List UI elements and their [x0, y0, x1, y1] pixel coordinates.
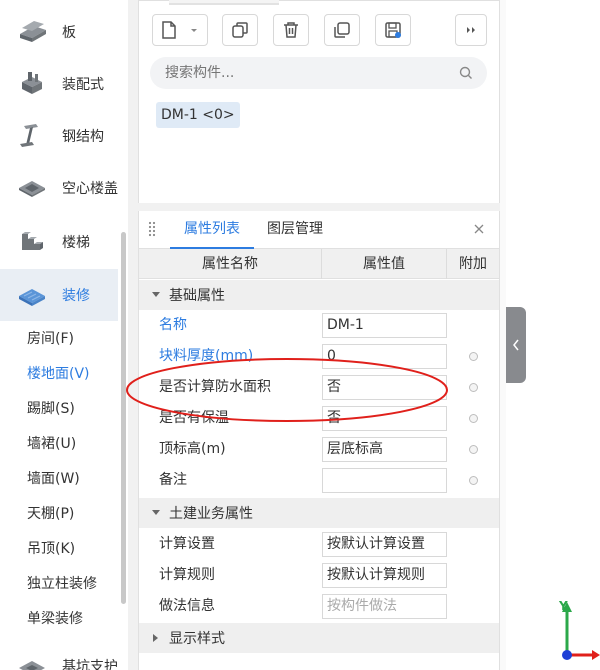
more-tools-button[interactable] [455, 14, 487, 46]
annotation-ellipse [126, 358, 448, 422]
close-icon[interactable] [472, 222, 486, 236]
property-value-field[interactable]: 按默认计算规则 [322, 563, 447, 588]
property-name: 名称 [159, 317, 187, 333]
triangle-right-icon [151, 634, 161, 642]
extra-checkbox[interactable] [469, 383, 478, 392]
sidebar-category-label: 楼梯 [62, 235, 90, 251]
sidebar-item-ceiling[interactable]: 天棚(P) [0, 497, 118, 532]
property-name: 顶标高(m) [159, 441, 226, 457]
sidebar-category-label: 空心楼盖 [62, 181, 118, 197]
property-row: 计算规则 按默认计算规则 [139, 560, 499, 591]
property-name: 备注 [159, 472, 187, 488]
column-header-name: 属性名称 [202, 256, 258, 272]
axis-y-label: Y [559, 599, 568, 613]
property-row: 名称 DM-1 [139, 310, 499, 341]
new-file-icon [162, 21, 197, 39]
property-group-civil[interactable]: 土建业务属性 [139, 498, 499, 528]
property-group-label: 显示样式 [169, 631, 225, 647]
property-name: 计算规则 [159, 567, 215, 583]
trash-icon [284, 22, 298, 38]
sidebar-item-skirting[interactable]: 踢脚(S) [0, 392, 118, 427]
tab-property-list[interactable]: 属性列表 [170, 211, 254, 249]
extra-checkbox[interactable] [469, 352, 478, 361]
sidebar-category-label: 板 [62, 25, 76, 41]
sidebar-category-foundation-pit[interactable]: 基坑支护 [0, 640, 118, 670]
extra-checkbox[interactable] [469, 414, 478, 423]
extra-checkbox[interactable] [469, 476, 478, 485]
component-search-input[interactable] [150, 57, 487, 89]
property-value-field[interactable]: DM-1 [322, 313, 447, 338]
triangle-down-icon [151, 292, 161, 298]
property-group-label: 土建业务属性 [169, 506, 253, 522]
copy-button[interactable] [222, 14, 258, 46]
sidebar-category-label: 基坑支护 [62, 659, 118, 670]
component-list-item[interactable]: DM-1 <0> [156, 102, 240, 128]
sidebar-category-stairs[interactable]: 楼梯 [0, 216, 118, 268]
sidebar-category-steel[interactable]: 钢结构 [0, 110, 118, 162]
sidebar-item-dado[interactable]: 墙裙(U) [0, 427, 118, 462]
collapse-panel-button[interactable] [506, 307, 526, 383]
sidebar-item-room[interactable]: 房间(F) [0, 322, 118, 357]
property-row: 顶标高(m) 层底标高 [139, 434, 499, 465]
sidebar-category-hollow-floor[interactable]: 空心楼盖 [0, 162, 118, 214]
search-icon[interactable] [458, 65, 474, 81]
sidebar-item-suspended-ceiling[interactable]: 吊顶(K) [0, 532, 118, 567]
foundation-pit-icon [12, 650, 52, 670]
property-row: 计算设置 按默认计算设置 [139, 529, 499, 560]
sidebar-category-prefab[interactable]: 装配式 [0, 58, 118, 110]
duplicate-icon [334, 22, 350, 38]
sidebar-item-beam-finish[interactable]: 单梁装修 [0, 602, 118, 637]
sidebar-item-wall-surface[interactable]: 墙面(W) [0, 462, 118, 497]
new-component-button[interactable] [152, 14, 208, 46]
property-value-field[interactable]: 按默认计算设置 [322, 532, 447, 557]
sidebar-category-slab[interactable]: 板 [0, 6, 118, 58]
chevron-left-icon [513, 339, 519, 351]
drag-grip-icon[interactable] [148, 221, 156, 237]
save-icon [385, 22, 401, 38]
delete-button[interactable] [273, 14, 309, 46]
double-chevron-right-icon [467, 27, 475, 33]
sidebar-category-label: 装修 [62, 288, 90, 304]
axis-gizmo [562, 602, 600, 660]
panel-divider[interactable] [138, 203, 500, 211]
property-group-basic[interactable]: 基础属性 [139, 280, 499, 310]
triangle-down-icon [151, 510, 161, 516]
property-name: 做法信息 [159, 598, 215, 614]
decoration-icon [12, 279, 52, 311]
property-row: 做法信息 按构件做法 [139, 591, 499, 622]
extra-checkbox[interactable] [469, 445, 478, 454]
prefab-icon [12, 68, 52, 100]
panel-gutter [128, 0, 138, 670]
copy-icon [232, 22, 248, 38]
panel-top-bar [139, 0, 499, 6]
component-type-sidebar: 板 装配式 钢结构 空心楼盖 楼梯 装修 房间(F) 楼地面(V) 踢脚(S) … [0, 0, 118, 670]
property-name: 计算设置 [159, 536, 215, 552]
property-value-field[interactable] [322, 468, 447, 493]
property-value-field[interactable]: 层底标高 [322, 437, 447, 462]
steel-beam-icon [12, 120, 52, 152]
sidebar-category-decoration[interactable]: 装修 [0, 269, 118, 321]
sidebar-category-label: 装配式 [62, 77, 104, 93]
property-panel-tabs: 属性列表 图层管理 [139, 211, 499, 249]
column-header-extra: 附加 [446, 249, 499, 279]
sidebar-item-floor[interactable]: 楼地面(V) [0, 357, 118, 392]
property-value-field[interactable]: 按构件做法 [322, 594, 447, 619]
property-group-display-style[interactable]: 显示样式 [139, 623, 499, 653]
tab-layer-management[interactable]: 图层管理 [267, 211, 323, 249]
property-group-label: 基础属性 [169, 288, 225, 304]
hollow-floor-icon [12, 172, 52, 204]
slab-icon [12, 16, 52, 48]
stairs-icon [12, 226, 52, 258]
component-list-panel: DM-1 <0> [138, 0, 500, 203]
duplicate-button[interactable] [324, 14, 360, 46]
property-row: 备注 [139, 465, 499, 496]
sidebar-category-label: 钢结构 [62, 129, 104, 145]
property-table-header: 属性名称 属性值 附加 [139, 249, 499, 279]
save-button[interactable] [375, 14, 411, 46]
sidebar-item-column-finish[interactable]: 独立柱装修 [0, 567, 118, 602]
column-header-value: 属性值 [321, 249, 446, 279]
property-panel: 属性列表 图层管理 属性名称 属性值 附加 基础属性 名称 DM-1 块料厚度(… [138, 211, 500, 670]
